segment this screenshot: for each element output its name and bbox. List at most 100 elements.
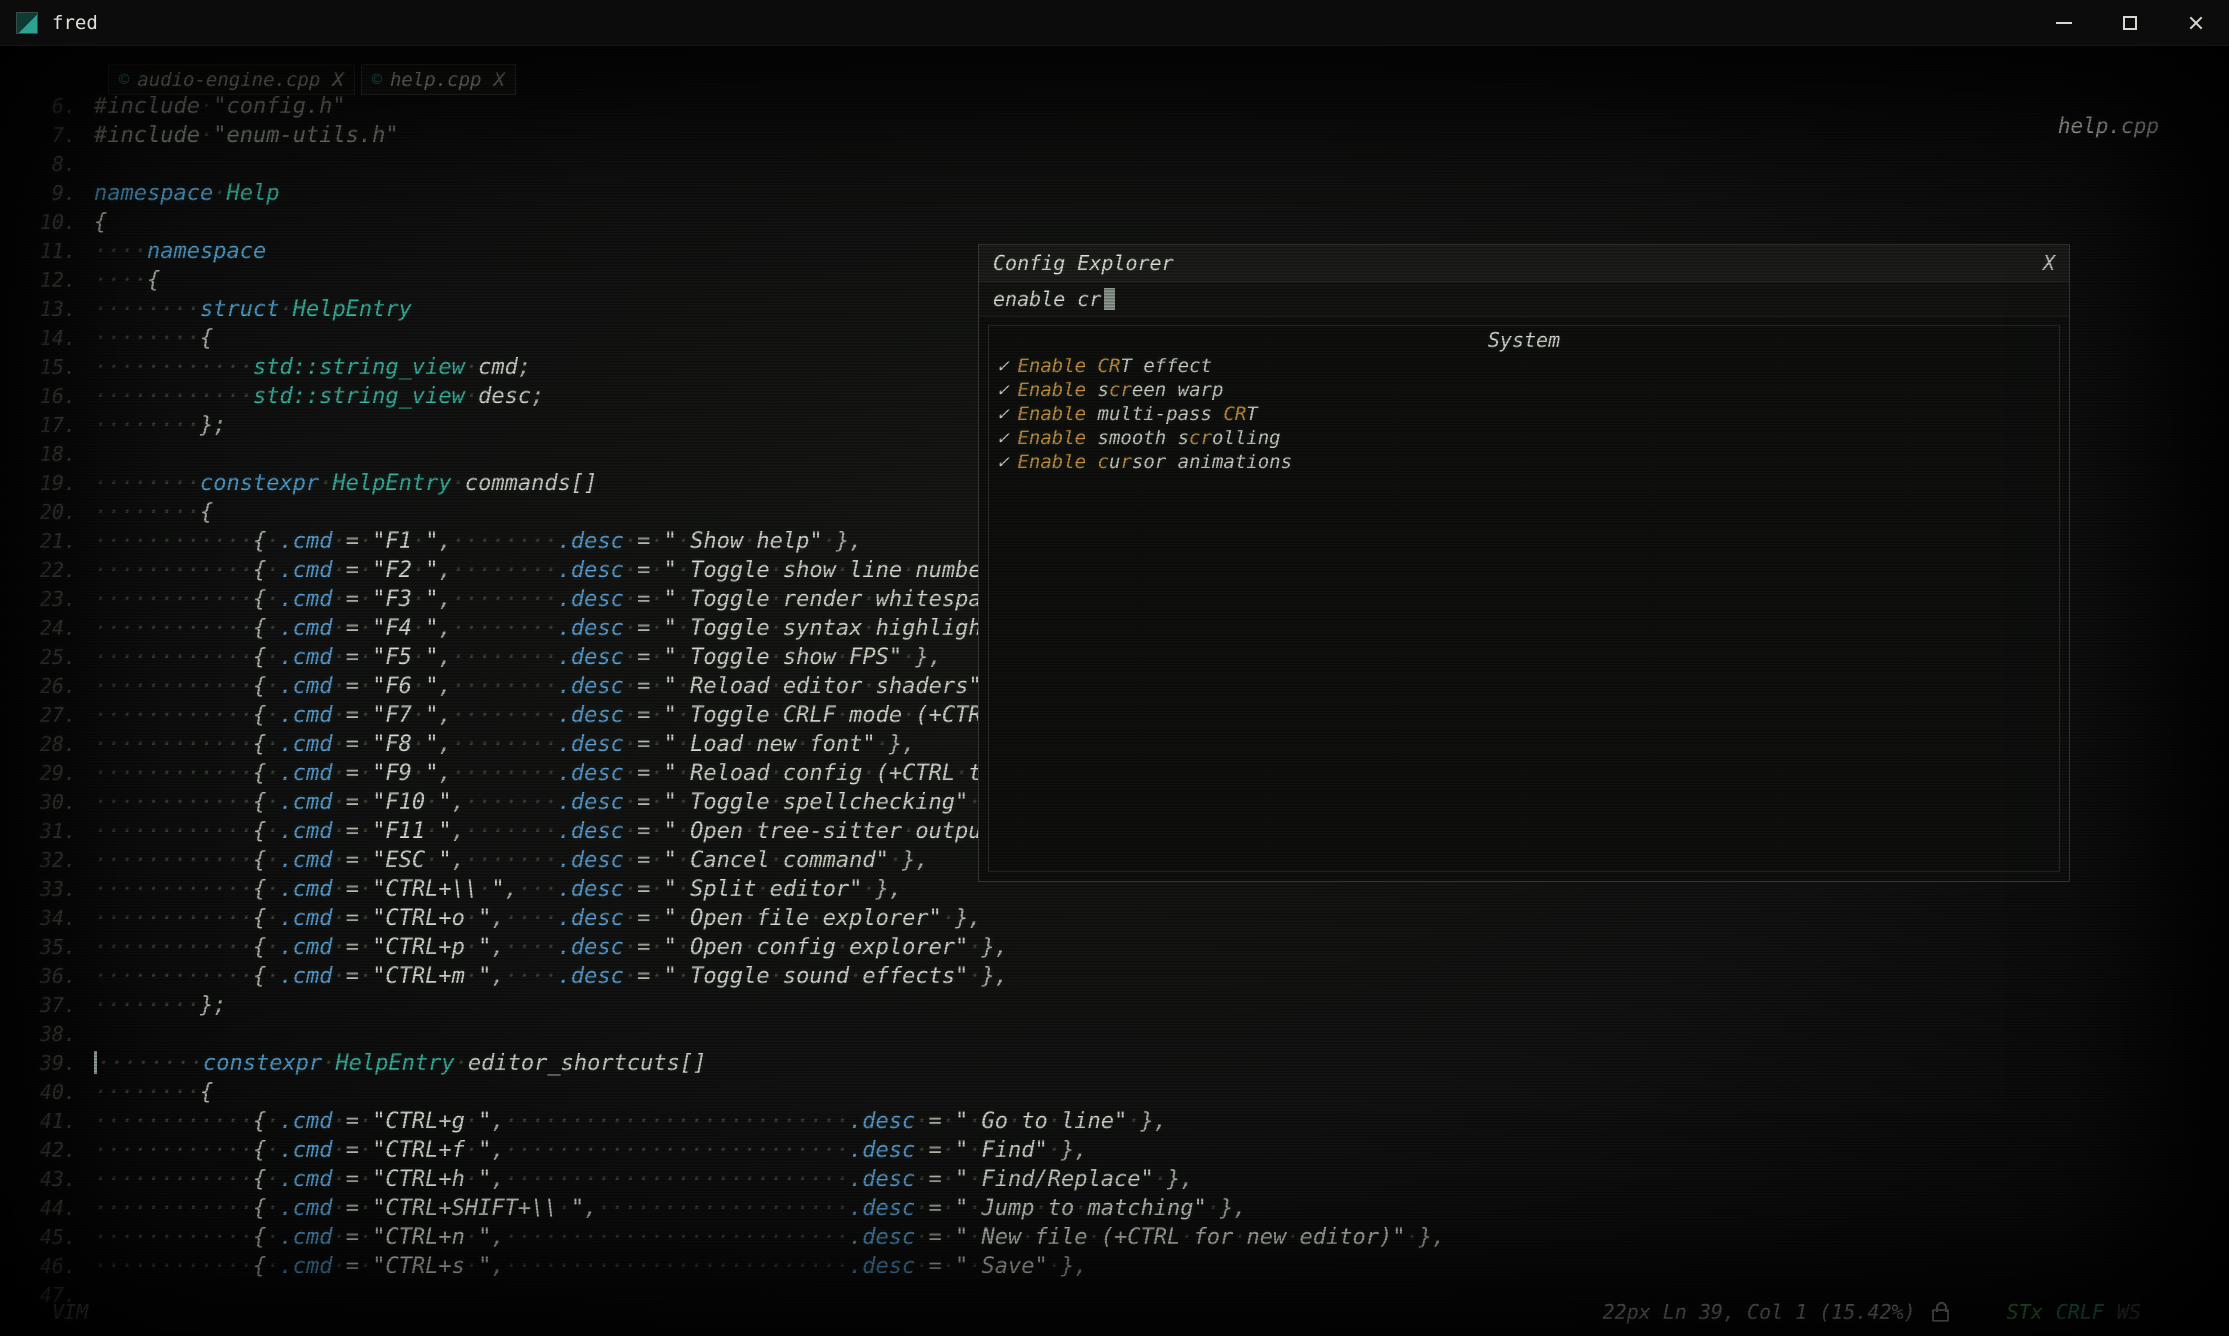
code-line[interactable]: 39.········constexpr·HelpEntry·editor_sh… (0, 1049, 2229, 1078)
whitespace-dots: · (359, 587, 372, 612)
whitespace-dots: · (743, 732, 756, 757)
line-number: 28. (0, 730, 94, 759)
code-text: ············{·.cmd·=·"F3·",········.desc… (94, 585, 1061, 614)
code-line[interactable]: 43.············{·.cmd·=·"CTRL+h·",······… (0, 1165, 2229, 1194)
tab-help.cpp[interactable]: ©help.cppX (361, 64, 516, 95)
code-token: ············{· (94, 529, 279, 554)
whitespace-dots: · (359, 1254, 372, 1279)
checkbox-checked-icon[interactable]: ✓ (997, 451, 1008, 473)
code-line[interactable]: 8. (0, 150, 2229, 179)
checkbox-checked-icon[interactable]: ✓ (997, 355, 1008, 377)
tab-audio-engine.cpp[interactable]: ©audio-engine.cppX (108, 64, 355, 95)
whitespace-dots: · (942, 1138, 955, 1163)
code-token: .desc (558, 587, 624, 612)
config-search-input[interactable]: enable cr (979, 282, 2069, 317)
whitespace-dots: ············ (94, 1138, 253, 1163)
code-token: ,······· (452, 790, 558, 815)
whitespace-dots: ············ (94, 906, 253, 931)
config-option[interactable]: ✓Enable CRT effect (989, 354, 2059, 378)
code-token: ·=· (332, 877, 372, 902)
popup-close-button[interactable]: X (2043, 251, 2055, 275)
line-number: 41. (0, 1107, 94, 1136)
code-token: ·=· (332, 790, 372, 815)
code-token: ····{ (94, 268, 160, 293)
whitespace-dots: ············ (94, 645, 253, 670)
whitespace-dots: · (770, 587, 783, 612)
code-token: ·=· (915, 1254, 955, 1279)
code-token: "·Open·config·explorer" (664, 935, 969, 960)
whitespace-dots: · (412, 674, 425, 699)
code-token: ,··· (505, 877, 558, 902)
code-line[interactable]: 42.············{·.cmd·=·"CTRL+f·",······… (0, 1136, 2229, 1165)
code-token: "F3·" (372, 587, 438, 612)
code-line[interactable]: 38. (0, 1020, 2229, 1049)
whitespace-dots: · (770, 761, 783, 786)
whitespace-dots: · (862, 587, 875, 612)
config-option[interactable]: ✓Enable cursor animations (989, 450, 2059, 474)
whitespace-dots: · (200, 123, 213, 148)
whitespace-dots: · (465, 384, 478, 409)
code-line[interactable]: 34.············{·.cmd·=·"CTRL+o·",····.d… (0, 904, 2229, 933)
whitespace-dots: · (266, 1167, 279, 1192)
code-token: "CTRL+SHIFT+\\·" (372, 1196, 584, 1221)
checkbox-checked-icon[interactable]: ✓ (997, 427, 1008, 449)
code-line[interactable]: 35.············{·.cmd·=·"CTRL+p·",····.d… (0, 933, 2229, 962)
code-token: .cmd (279, 1225, 332, 1250)
code-line[interactable]: 45.············{·.cmd·=·"CTRL+n·",······… (0, 1223, 2229, 1252)
close-button[interactable] (2163, 0, 2229, 46)
code-token: Help (226, 181, 279, 206)
maximize-button[interactable] (2097, 0, 2163, 46)
whitespace-dots: · (1035, 1196, 1048, 1221)
code-token: ·=· (624, 964, 664, 989)
app-icon (16, 12, 38, 34)
code-token: ·}, (1207, 1196, 1247, 1221)
config-option[interactable]: ✓Enable multi-pass CRT (989, 402, 2059, 426)
code-line[interactable]: 7.#include·"enum-utils.h" (0, 121, 2229, 150)
checkbox-checked-icon[interactable]: ✓ (997, 379, 1008, 401)
whitespace-dots: · (677, 848, 690, 873)
whitespace-dots: · (624, 935, 637, 960)
whitespace-dots: · (266, 674, 279, 699)
code-text: ········}; (94, 411, 226, 440)
editor-screen: 6.#include·"config.h"7.#include·"enum-ut… (0, 46, 2229, 1336)
whitespace-dots: · (876, 732, 889, 757)
code-token: .cmd (279, 674, 332, 699)
code-line[interactable]: 46.············{·.cmd·=·"CTRL+s·",······… (0, 1252, 2229, 1281)
whitespace-dots: · (332, 558, 345, 583)
code-line[interactable]: 44.············{·.cmd·=·"CTRL+SHIFT+\\·"… (0, 1194, 2229, 1223)
minimize-button[interactable] (2031, 0, 2097, 46)
tab-close-icon[interactable]: X (332, 69, 343, 91)
whitespace-dots: · (650, 703, 663, 728)
whitespace-dots: · (968, 1138, 981, 1163)
code-token: .desc (849, 1225, 915, 1250)
code-line[interactable]: 9.namespace·Help (0, 179, 2229, 208)
code-line[interactable]: 10.{ (0, 208, 2229, 237)
code-token: ·}, (889, 848, 929, 873)
code-line[interactable]: 36.············{·.cmd·=·"CTRL+m·",····.d… (0, 962, 2229, 991)
whitespace-dots: · (332, 1225, 345, 1250)
whitespace-dots: · (452, 471, 465, 496)
window-title: fred (52, 12, 98, 34)
code-token: ·=· (332, 1225, 372, 1250)
code-line[interactable]: 6.#include·"config.h" (0, 92, 2229, 121)
code-token: ·=· (332, 935, 372, 960)
code-token: · (279, 297, 292, 322)
checkbox-checked-icon[interactable]: ✓ (997, 403, 1008, 425)
config-option[interactable]: ✓Enable smooth scrolling (989, 426, 2059, 450)
code-token: ·=· (624, 645, 664, 670)
whitespace-dots: · (359, 819, 372, 844)
whitespace-dots: · (1286, 1225, 1299, 1250)
whitespace-dots: · (266, 935, 279, 960)
code-token: ············{· (94, 1109, 279, 1134)
code-text: ········{ (94, 1078, 213, 1107)
config-option[interactable]: ✓Enable screen warp (989, 378, 2059, 402)
whitespace-dots: ···· (505, 935, 558, 960)
whitespace-dots: · (1405, 1225, 1418, 1250)
tab-close-icon[interactable]: X (494, 69, 505, 91)
cpp-file-icon: © (119, 70, 129, 90)
code-line[interactable]: 37.········}; (0, 991, 2229, 1020)
code-token: "ESC·" (372, 848, 451, 873)
code-token: struct (200, 297, 279, 322)
code-line[interactable]: 40.········{ (0, 1078, 2229, 1107)
code-line[interactable]: 41.············{·.cmd·=·"CTRL+g·",······… (0, 1107, 2229, 1136)
